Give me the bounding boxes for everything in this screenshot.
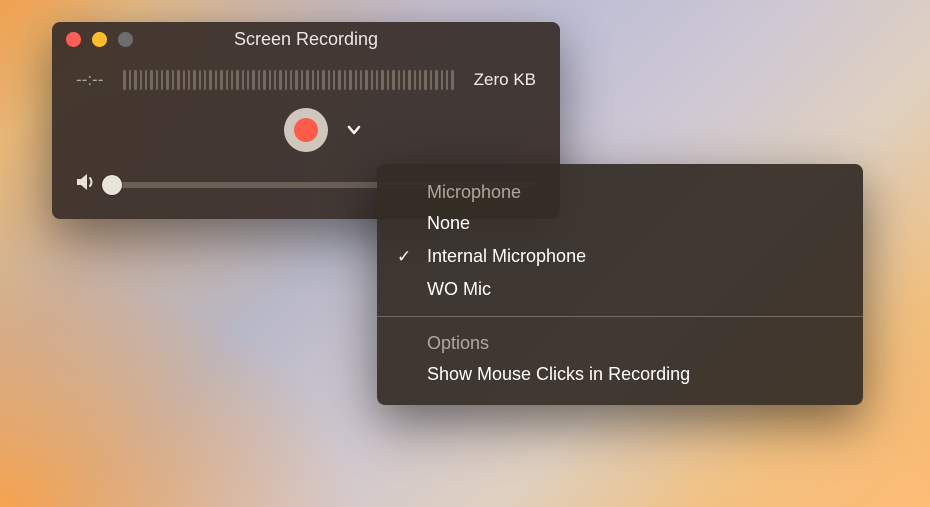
speaker-icon bbox=[76, 172, 98, 197]
record-icon bbox=[294, 118, 318, 142]
record-controls-row bbox=[52, 100, 560, 160]
recording-info-row: --:-- Zero KB bbox=[52, 56, 560, 100]
recording-filesize: Zero KB bbox=[474, 70, 536, 90]
window-title: Screen Recording bbox=[52, 29, 560, 50]
window-titlebar: Screen Recording bbox=[52, 22, 560, 56]
menu-item-mic-internal[interactable]: ✓ Internal Microphone bbox=[377, 240, 863, 273]
menu-item-mic-womic[interactable]: WO Mic bbox=[377, 273, 863, 306]
volume-slider-thumb[interactable] bbox=[102, 175, 122, 195]
menu-item-label: None bbox=[427, 213, 470, 233]
menu-item-show-clicks[interactable]: Show Mouse Clicks in Recording bbox=[377, 358, 863, 391]
menu-item-label: WO Mic bbox=[427, 279, 491, 299]
menu-item-label: Show Mouse Clicks in Recording bbox=[427, 364, 690, 384]
record-button[interactable] bbox=[284, 108, 328, 152]
menu-item-mic-none[interactable]: None bbox=[377, 207, 863, 240]
menu-header-microphone: Microphone bbox=[377, 176, 863, 207]
menu-item-label: Internal Microphone bbox=[427, 246, 586, 266]
audio-level-meter bbox=[123, 70, 453, 90]
checkmark-icon: ✓ bbox=[397, 247, 411, 267]
record-options-toggle[interactable] bbox=[342, 118, 366, 142]
chevron-down-icon bbox=[346, 122, 362, 138]
record-options-menu: Microphone None ✓ Internal Microphone WO… bbox=[377, 164, 863, 405]
menu-separator bbox=[377, 316, 863, 317]
recording-timecode: --:-- bbox=[76, 70, 103, 90]
menu-header-options: Options bbox=[377, 327, 863, 358]
